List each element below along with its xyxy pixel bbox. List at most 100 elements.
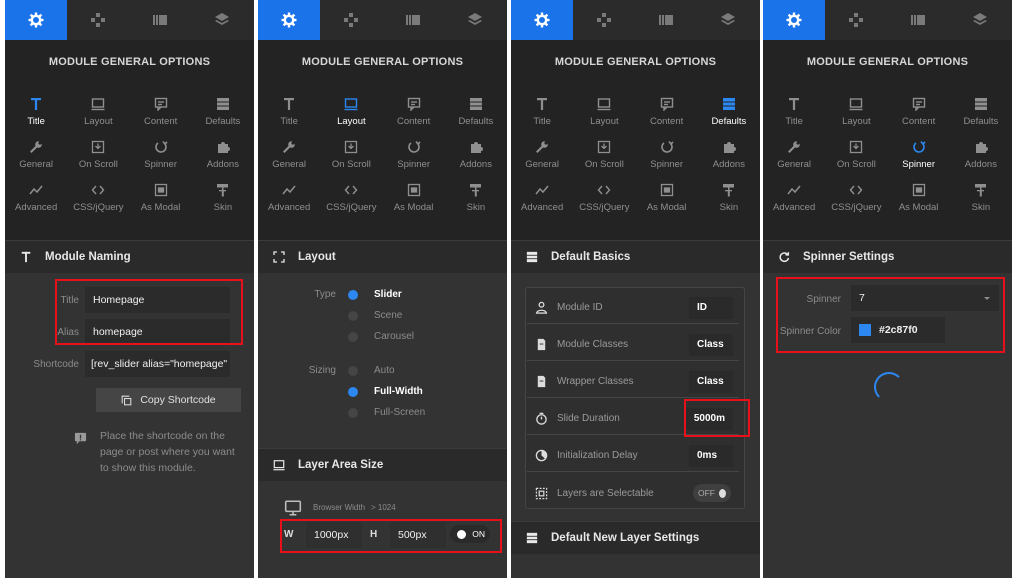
tab-navigation[interactable] <box>320 0 382 40</box>
category-defaults[interactable]: Defaults <box>445 94 507 137</box>
category-on-scroll[interactable]: On Scroll <box>67 137 129 180</box>
radio-button[interactable] <box>348 289 358 300</box>
category-paint-roller[interactable]: Skin <box>950 180 1012 223</box>
category-code[interactable]: CSS/jQuery <box>320 180 382 223</box>
category-chart[interactable]: Advanced <box>258 180 320 223</box>
category-code[interactable]: CSS/jQuery <box>825 180 887 223</box>
tab-settings[interactable] <box>511 0 573 40</box>
copy-shortcode-button[interactable]: Copy Shortcode <box>96 388 241 412</box>
category-modal[interactable]: As Modal <box>383 180 445 223</box>
tab-slides[interactable] <box>635 0 697 40</box>
category-content[interactable]: Content <box>636 94 698 137</box>
category-content[interactable]: Content <box>383 94 445 137</box>
tab-navigation[interactable] <box>67 0 129 40</box>
sizing-option-full-screen[interactable]: Full-Screen <box>348 407 425 418</box>
category-paint-roller[interactable]: Skin <box>698 180 760 223</box>
tab-settings[interactable] <box>5 0 67 40</box>
default-row-module-id: Module ID ID <box>527 292 739 324</box>
category-puzzle[interactable]: Addons <box>698 137 760 180</box>
section-header[interactable]: Spinner Settings <box>763 240 1012 273</box>
sizing-option-full-width[interactable]: Full-Width <box>348 386 423 397</box>
category-label: Skin <box>213 202 233 213</box>
category-paint-roller[interactable]: Skin <box>192 180 254 223</box>
category-paint-roller[interactable]: Skin <box>445 180 507 223</box>
category-spinner[interactable]: Spinner <box>636 137 698 180</box>
shortcode-input[interactable]: [rev_slider alias="homepage" <box>85 351 230 377</box>
radio-button[interactable] <box>348 407 358 418</box>
tab-settings[interactable] <box>763 0 825 40</box>
category-puzzle[interactable]: Addons <box>192 137 254 180</box>
tab-layers[interactable] <box>697 0 759 40</box>
category-puzzle[interactable]: Addons <box>445 137 507 180</box>
category-layout[interactable]: Layout <box>825 94 887 137</box>
category-modal[interactable]: As Modal <box>636 180 698 223</box>
default-new-layer-title: Default New Layer Settings <box>551 532 700 544</box>
type-option-carousel[interactable]: Carousel <box>348 331 414 342</box>
category-layout[interactable]: Layout <box>67 94 129 137</box>
category-title[interactable]: Title <box>511 94 573 137</box>
wrapper-classes-icon <box>535 375 548 388</box>
tab-slides[interactable] <box>887 0 949 40</box>
tab-layers[interactable] <box>444 0 506 40</box>
category-on-scroll[interactable]: On Scroll <box>825 137 887 180</box>
category-spinner[interactable]: Spinner <box>383 137 445 180</box>
tab-settings[interactable] <box>258 0 320 40</box>
category-content[interactable]: Content <box>888 94 950 137</box>
section-header[interactable]: Default Basics <box>511 240 760 273</box>
category-title[interactable]: Title <box>5 94 67 137</box>
layer-area-size-header[interactable]: Layer Area Size <box>258 448 507 481</box>
category-wrench[interactable]: General <box>5 137 67 180</box>
browser-width-value: > 1024 <box>371 503 396 512</box>
category-title[interactable]: Title <box>763 94 825 137</box>
sizing-option-auto[interactable]: Auto <box>348 365 395 376</box>
section-header[interactable]: Layout <box>258 240 507 273</box>
tab-navigation[interactable] <box>573 0 635 40</box>
tab-navigation[interactable] <box>825 0 887 40</box>
category-chart[interactable]: Advanced <box>511 180 573 223</box>
tab-slides[interactable] <box>129 0 191 40</box>
category-puzzle[interactable]: Addons <box>950 137 1012 180</box>
category-spinner[interactable]: Spinner <box>888 137 950 180</box>
category-modal[interactable]: As Modal <box>888 180 950 223</box>
category-spinner[interactable]: Spinner <box>130 137 192 180</box>
category-wrench[interactable]: General <box>763 137 825 180</box>
category-modal[interactable]: As Modal <box>130 180 192 223</box>
category-label: On Scroll <box>331 159 371 170</box>
options-panel-3: MODULE GENERAL OPTIONS Title Layout Content… <box>511 0 760 578</box>
default-new-layer-header[interactable]: Default New Layer Settings <box>511 521 760 554</box>
radio-button[interactable] <box>348 310 358 321</box>
type-option-scene[interactable]: Scene <box>348 310 402 321</box>
selectable-toggle[interactable]: OFF <box>693 484 731 502</box>
type-option-slider[interactable]: Slider <box>348 289 402 300</box>
category-chart[interactable]: Advanced <box>5 180 67 223</box>
radio-button[interactable] <box>348 365 358 376</box>
tab-slides[interactable] <box>382 0 444 40</box>
row-value-input[interactable]: ID <box>689 296 733 319</box>
radio-button[interactable] <box>348 386 358 397</box>
tab-layers[interactable] <box>191 0 253 40</box>
row-icon-wrap <box>533 411 549 427</box>
section-header[interactable]: Module Naming <box>5 240 254 273</box>
radio-button[interactable] <box>348 331 358 342</box>
category-code[interactable]: CSS/jQuery <box>67 180 129 223</box>
row-value-input[interactable]: Class <box>689 370 733 393</box>
spinner-preview <box>874 372 904 402</box>
category-title[interactable]: Title <box>258 94 320 137</box>
category-wrench[interactable]: General <box>258 137 320 180</box>
copy-shortcode-label: Copy Shortcode <box>140 394 216 406</box>
category-layout[interactable]: Layout <box>320 94 382 137</box>
category-content[interactable]: Content <box>130 94 192 137</box>
category-defaults[interactable]: Defaults <box>950 94 1012 137</box>
category-code[interactable]: CSS/jQuery <box>573 180 635 223</box>
category-defaults[interactable]: Defaults <box>192 94 254 137</box>
category-on-scroll[interactable]: On Scroll <box>573 137 635 180</box>
category-layout[interactable]: Layout <box>573 94 635 137</box>
tab-layers[interactable] <box>949 0 1011 40</box>
row-value-input[interactable]: 0ms <box>689 444 733 467</box>
category-on-scroll[interactable]: On Scroll <box>320 137 382 180</box>
category-defaults[interactable]: Defaults <box>698 94 760 137</box>
layers-icon <box>467 12 483 28</box>
row-value-input[interactable]: Class <box>689 333 733 356</box>
category-chart[interactable]: Advanced <box>763 180 825 223</box>
category-wrench[interactable]: General <box>511 137 573 180</box>
